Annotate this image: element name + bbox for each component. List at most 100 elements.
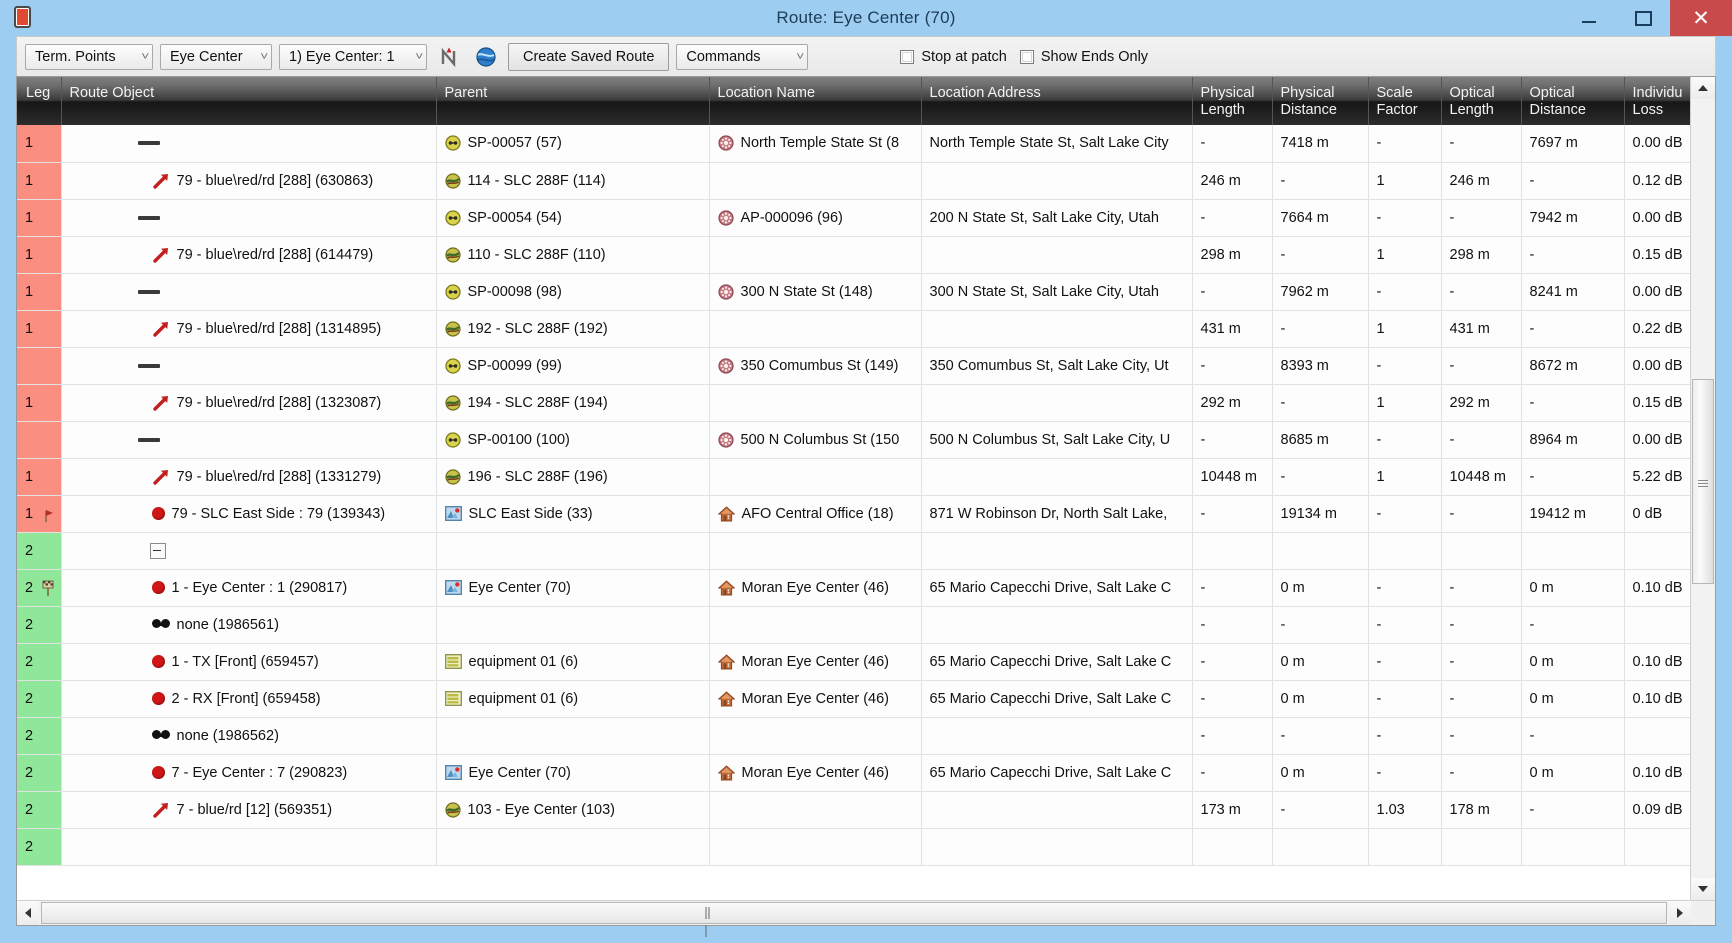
column-header-physical_length[interactable]: Physical Length — [1192, 77, 1272, 125]
leg-cell: 2 — [17, 828, 61, 865]
location-name-label: Moran Eye Center (46) — [742, 691, 889, 707]
table-row[interactable]: 1SP-00057 (57)North Temple State St (8No… — [17, 125, 1690, 162]
grid-scroll-area[interactable]: LegRoute ObjectParentLocation NameLocati… — [17, 77, 1690, 900]
column-header-individual_loss[interactable]: Individu Loss — [1624, 77, 1690, 125]
location-name-label: Moran Eye Center (46) — [742, 580, 889, 596]
optical-length-cell-value: - — [1450, 135, 1455, 151]
term-points-dropdown[interactable]: Term. Points ˅ — [25, 44, 153, 70]
physical-distance-cell: 19134 m — [1272, 495, 1368, 532]
scroll-right-button[interactable] — [1669, 901, 1691, 925]
route-object-label: 2 - RX [Front] (659458) — [172, 691, 321, 707]
table-row[interactable]: 22 - RX [Front] (659458)equipment 01 (6)… — [17, 680, 1690, 717]
physical-length-cell-value: - — [1201, 617, 1206, 633]
physical-distance-cell-value: - — [1281, 617, 1286, 633]
individual-loss-cell: 0.10 dB — [1624, 569, 1690, 606]
table-row[interactable]: 179 - blue\red/rd [288] (614479)110 - SL… — [17, 236, 1690, 273]
location-address-cell — [921, 791, 1192, 828]
eye-center-dropdown[interactable]: Eye Center ˅ — [160, 44, 272, 70]
parent-cell: SP-00057 (57) — [436, 125, 709, 162]
vertical-scrollbar[interactable] — [1690, 77, 1715, 900]
leg-cell: 1 — [17, 236, 61, 273]
physical-distance-cell: - — [1272, 791, 1368, 828]
globe-button[interactable] — [471, 43, 501, 71]
horizontal-scroll-thumb[interactable] — [41, 902, 1667, 924]
horizontal-scrollbar[interactable] — [17, 900, 1715, 925]
north-arrow-button[interactable] — [434, 43, 464, 71]
maximize-button[interactable] — [1616, 0, 1670, 36]
column-header-leg[interactable]: Leg — [17, 77, 61, 125]
physical-distance-cell: - — [1272, 458, 1368, 495]
location-name-label: North Temple State St (8 — [741, 135, 900, 151]
site-icon — [445, 765, 462, 780]
table-row[interactable]: 179 - blue\red/rd [288] (1323087)194 - S… — [17, 384, 1690, 421]
duct-icon — [445, 321, 461, 337]
parent-label: 194 - SLC 288F (194) — [468, 395, 608, 411]
physical-length-cell: - — [1192, 273, 1272, 310]
location-name-label: 300 N State St (148) — [741, 284, 873, 300]
individual-loss-cell-value: 0.22 dB — [1633, 321, 1683, 337]
create-saved-route-button[interactable]: Create Saved Route — [508, 43, 669, 71]
table-row[interactable]: 27 - Eye Center : 7 (290823)Eye Center (… — [17, 754, 1690, 791]
physical-length-cell-value: - — [1201, 135, 1206, 151]
table-row[interactable]: 21 - TX [Front] (659457)equipment 01 (6)… — [17, 643, 1690, 680]
port-icon — [152, 655, 165, 668]
optical-distance-cell — [1521, 532, 1624, 569]
physical-length-cell: - — [1192, 421, 1272, 458]
table-row[interactable]: 179 - blue\red/rd [288] (1331279)196 - S… — [17, 458, 1690, 495]
vertical-scroll-thumb[interactable] — [1692, 379, 1714, 584]
parent-cell: 103 - Eye Center (103) — [436, 791, 709, 828]
physical-length-cell-value: 173 m — [1201, 802, 1241, 818]
show-ends-only-checkbox[interactable]: Show Ends Only — [1020, 49, 1148, 65]
collapse-toggle-icon[interactable] — [150, 543, 166, 559]
optical-distance-cell-value: - — [1530, 617, 1535, 633]
table-row[interactable]: 179 - SLC East Side : 79 (139343)SLC Eas… — [17, 495, 1690, 532]
column-header-route_object[interactable]: Route Object — [61, 77, 436, 125]
route-selection-dropdown[interactable]: 1) Eye Center: 1 ˅ — [279, 44, 427, 70]
start-marker-icon — [40, 579, 56, 597]
scroll-left-button[interactable] — [17, 901, 39, 925]
column-header-location_address[interactable]: Location Address — [921, 77, 1192, 125]
table-row[interactable]: 1SP-00098 (98)300 N State St (148)300 N … — [17, 273, 1690, 310]
table-row[interactable]: 2none (1986561)----- — [17, 606, 1690, 643]
table-row[interactable]: 2none (1986562)----- — [17, 717, 1690, 754]
table-row[interactable]: 2 — [17, 532, 1690, 569]
column-header-optical_length[interactable]: Optical Length — [1441, 77, 1521, 125]
location-name-cell: Moran Eye Center (46) — [709, 680, 921, 717]
optical-length-cell-value: 298 m — [1450, 247, 1490, 263]
horizontal-scroll-track[interactable] — [39, 901, 1669, 925]
vertical-scroll-track[interactable] — [1691, 99, 1715, 878]
scroll-up-button[interactable] — [1691, 77, 1715, 99]
optical-distance-cell: 0 m — [1521, 643, 1624, 680]
window-title: Route: Eye Center (70) — [0, 0, 1732, 36]
physical-distance-cell-value: 0 m — [1281, 580, 1305, 596]
splice-closure-icon — [445, 210, 461, 226]
individual-loss-cell-value: 0.12 dB — [1633, 173, 1683, 189]
scale-factor-cell-value: - — [1377, 654, 1382, 670]
leg-number: 2 — [25, 691, 33, 707]
table-row[interactable]: 1SP-00054 (54)AP-000096 (96)200 N State … — [17, 199, 1690, 236]
column-header-physical_distance[interactable]: Physical Distance — [1272, 77, 1368, 125]
table-row[interactable]: 2 — [17, 828, 1690, 865]
table-row[interactable]: 179 - blue\red/rd [288] (1314895)192 - S… — [17, 310, 1690, 347]
parent-cell — [436, 828, 709, 865]
column-header-parent[interactable]: Parent — [436, 77, 709, 125]
physical-distance-cell: 8393 m — [1272, 347, 1368, 384]
commands-dropdown[interactable]: Commands ˅ — [676, 44, 808, 70]
stop-at-patch-checkbox[interactable]: Stop at patch — [900, 49, 1006, 65]
table-row[interactable]: 179 - blue\red/rd [288] (630863)114 - SL… — [17, 162, 1690, 199]
table-row[interactable]: SP-00099 (99)350 Comumbus St (149)350 Co… — [17, 347, 1690, 384]
minimize-button[interactable] — [1562, 0, 1616, 36]
scroll-down-button[interactable] — [1691, 878, 1715, 900]
parent-cell: SP-00054 (54) — [436, 199, 709, 236]
close-button[interactable]: ✕ — [1670, 0, 1732, 36]
column-header-location_name[interactable]: Location Name — [709, 77, 921, 125]
column-header-scale_factor[interactable]: Scale Factor — [1368, 77, 1441, 125]
table-row[interactable]: 27 - blue/rd [12] (569351)103 - Eye Cent… — [17, 791, 1690, 828]
table-row[interactable]: 21 - Eye Center : 1 (290817)Eye Center (… — [17, 569, 1690, 606]
location-name-cell: Moran Eye Center (46) — [709, 569, 921, 606]
table-row[interactable]: SP-00100 (100)500 N Columbus St (150500 … — [17, 421, 1690, 458]
column-header-optical_distance[interactable]: Optical Distance — [1521, 77, 1624, 125]
physical-length-cell-value: - — [1201, 358, 1206, 374]
physical-distance-cell-value: 19134 m — [1281, 506, 1337, 522]
route-object-cell — [61, 199, 436, 236]
